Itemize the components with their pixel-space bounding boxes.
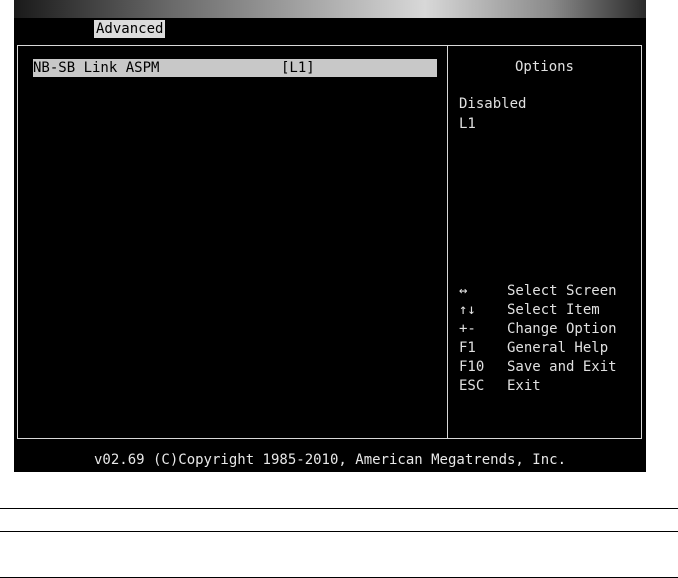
help-text: Select Item [507, 302, 600, 318]
help-row-change-option: +- Change Option [459, 320, 639, 339]
option-item-l1[interactable]: L1 [459, 114, 476, 134]
help-row-select-screen: ↔ Select Screen [459, 282, 639, 301]
title-bar [14, 0, 646, 18]
help-row-save-exit: F10 Save and Exit [459, 358, 639, 377]
help-text: General Help [507, 340, 609, 356]
help-row-general-help: F1 General Help [459, 339, 639, 358]
tab-advanced[interactable]: Advanced [94, 20, 166, 38]
help-row-exit: ESC Exit [459, 377, 639, 396]
help-text: Save and Exit [507, 359, 617, 375]
copyright-footer: v02.69 (C)Copyright 1985-2010, American … [93, 452, 566, 468]
bios-screen: Advanced NB-SB Link ASPM [L1] Options Di… [14, 0, 646, 472]
setting-label: NB-SB Link ASPM [33, 60, 160, 76]
left-right-arrow-icon: ↔ [459, 283, 468, 299]
main-panel: NB-SB Link ASPM [L1] Options Disabled L1… [17, 45, 642, 439]
f1-key: F1 [459, 340, 476, 356]
setting-value[interactable]: [L1] [281, 59, 315, 77]
help-text: Select Screen [507, 283, 617, 299]
option-item-disabled[interactable]: Disabled [459, 94, 526, 114]
setting-row-nb-sb-link-aspm[interactable]: NB-SB Link ASPM [L1] [33, 59, 437, 77]
up-down-arrow-icon: ↑↓ [459, 302, 476, 318]
divider-line [0, 508, 678, 509]
esc-key: ESC [459, 378, 485, 394]
plus-minus-key: +- [459, 321, 476, 337]
options-title: Options [514, 59, 574, 75]
help-text: Change Option [507, 321, 617, 337]
divider-line [0, 531, 678, 532]
f10-key: F10 [459, 359, 485, 375]
help-row-select-item: ↑↓ Select Item [459, 301, 639, 320]
panel-divider [447, 46, 448, 438]
help-text: Exit [507, 378, 541, 394]
